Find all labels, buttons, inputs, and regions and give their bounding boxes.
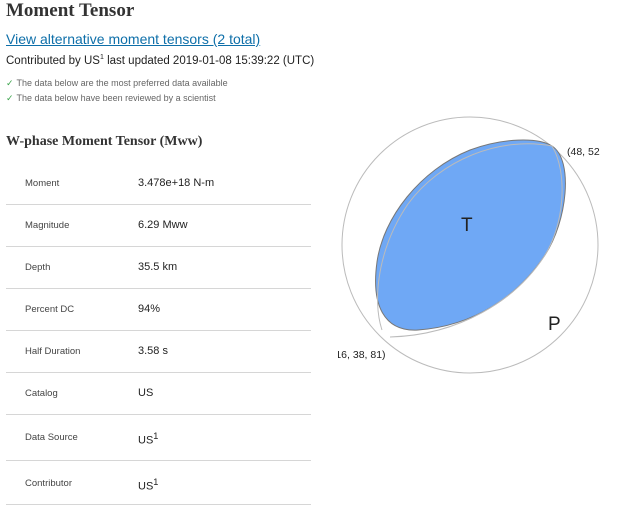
row-value: 3.58 s bbox=[138, 345, 168, 357]
row-value: 94% bbox=[138, 303, 161, 315]
t-axis-label: T bbox=[461, 215, 473, 236]
row-value: US1 bbox=[138, 477, 158, 493]
nodal-plane-2-label: (216, 38, 81) bbox=[338, 349, 386, 361]
contributed-by-text: Contributed by US bbox=[6, 54, 100, 67]
row-value: 6.29 Mww bbox=[138, 219, 188, 231]
reviewed-data-note: ✓ The data below have been reviewed by a … bbox=[6, 93, 216, 104]
row-label: Moment bbox=[25, 178, 60, 189]
table-row: Depth 35.5 km bbox=[6, 247, 311, 289]
row-label: Depth bbox=[25, 262, 51, 273]
row-value-text: US bbox=[138, 480, 154, 493]
checkmark-icon: ✓ bbox=[6, 93, 14, 103]
preferred-data-text: The data below are the most preferred da… bbox=[16, 78, 228, 88]
table-row: Magnitude 6.29 Mww bbox=[6, 205, 311, 247]
row-value: US1 bbox=[138, 431, 158, 447]
row-label: Data Source bbox=[25, 432, 78, 443]
table-row: Contributor US1 bbox=[6, 461, 311, 505]
preferred-data-note: ✓ The data below are the most preferred d… bbox=[6, 78, 228, 89]
row-value-text: US bbox=[138, 434, 154, 447]
table-row: Half Duration 3.58 s bbox=[6, 331, 311, 373]
nodal-plane-1-label: (48, 52, 97) bbox=[567, 146, 600, 158]
row-label: Catalog bbox=[25, 388, 58, 399]
contributor-footnote[interactable]: 1 bbox=[100, 54, 104, 61]
reviewed-data-text: The data below have been reviewed by a s… bbox=[16, 93, 216, 103]
tensor-table: Moment 3.478e+18 N-m Magnitude 6.29 Mww … bbox=[6, 163, 311, 505]
row-label: Contributor bbox=[25, 478, 72, 489]
row-label: Percent DC bbox=[25, 304, 75, 315]
row-label: Half Duration bbox=[25, 346, 81, 357]
data-source-footnote[interactable]: 1 bbox=[153, 431, 158, 441]
row-value: US bbox=[138, 387, 154, 399]
page-title: Moment Tensor bbox=[6, 0, 135, 21]
tensor-heading: W-phase Moment Tensor (Mww) bbox=[6, 134, 203, 149]
table-row: Percent DC 94% bbox=[6, 289, 311, 331]
contributor-row-footnote[interactable]: 1 bbox=[153, 477, 158, 487]
beachball-diagram: T P (48, 52, 97) (216, 38, 81) bbox=[338, 116, 600, 374]
row-label: Magnitude bbox=[25, 220, 70, 231]
table-row: Catalog US bbox=[6, 373, 311, 415]
table-row: Moment 3.478e+18 N-m bbox=[6, 163, 311, 205]
table-row: Data Source US1 bbox=[6, 415, 311, 461]
contributor-line: Contributed by US1 last updated 2019-01-… bbox=[6, 54, 314, 67]
row-value: 3.478e+18 N-m bbox=[138, 177, 215, 189]
alternative-tensors-link[interactable]: View alternative moment tensors (2 total… bbox=[6, 31, 260, 47]
p-axis-label: P bbox=[548, 314, 561, 335]
row-value: 35.5 km bbox=[138, 261, 178, 273]
checkmark-icon: ✓ bbox=[6, 78, 14, 88]
last-updated-text: last updated 2019-01-08 15:39:22 (UTC) bbox=[107, 54, 315, 67]
